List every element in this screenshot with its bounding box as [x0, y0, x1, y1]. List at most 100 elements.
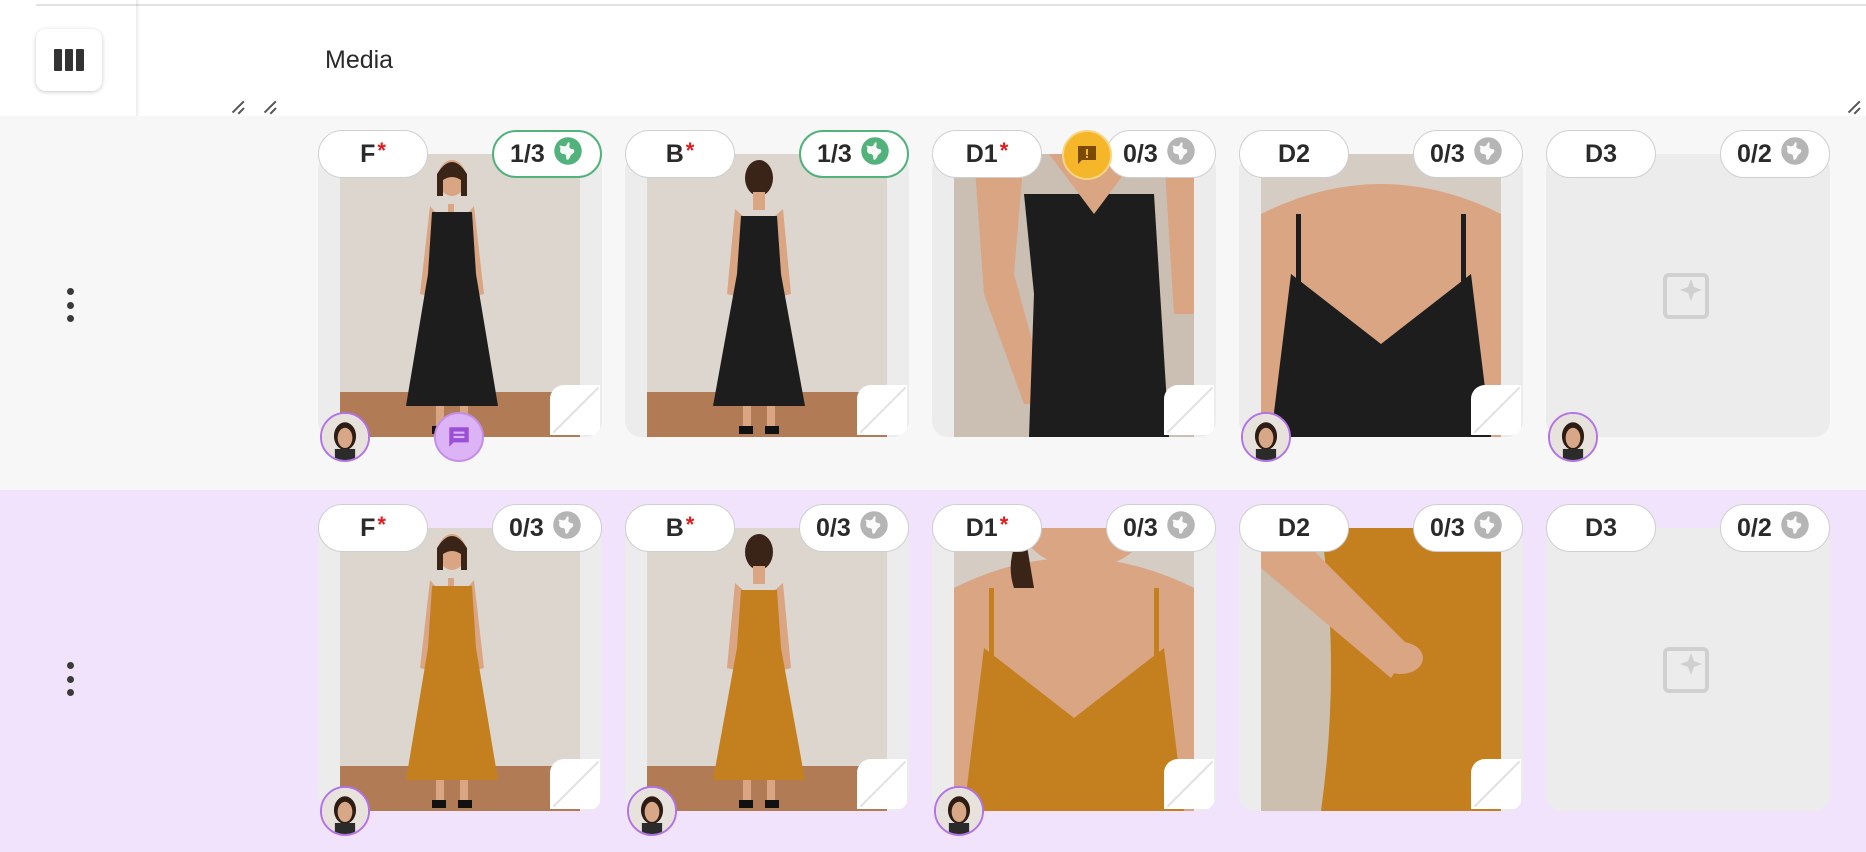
required-marker: *: [685, 138, 695, 163]
media-tile[interactable]: D2 0/3: [1239, 120, 1523, 462]
avatar[interactable]: [320, 412, 370, 462]
media-thumbnail[interactable]: [625, 154, 909, 437]
column-resize-handle[interactable]: [230, 98, 246, 114]
globe-icon: [1473, 136, 1503, 173]
required-marker: *: [685, 512, 695, 537]
thumbnail-corner-fold[interactable]: [857, 759, 907, 809]
media-thumbnail[interactable]: [1239, 154, 1523, 437]
globe-icon: [1780, 510, 1810, 547]
globe-icon: [1473, 510, 1503, 547]
avatar[interactable]: [934, 786, 984, 836]
publish-count-pill[interactable]: 1/3: [492, 130, 602, 178]
publish-count-pill[interactable]: 0/3: [1106, 130, 1216, 178]
publish-count: 1/3: [510, 139, 545, 168]
view-label: D3: [1585, 513, 1617, 542]
product-photo: [647, 154, 887, 437]
media-tile[interactable]: D1 * 0/3: [932, 494, 1216, 836]
publish-count-pill[interactable]: 0/2: [1720, 130, 1830, 178]
view-label: D1: [965, 513, 998, 542]
publish-count: 0/3: [1123, 139, 1158, 168]
required-marker: *: [999, 138, 1009, 163]
publish-count: 0/3: [816, 513, 851, 542]
media-thumbnail[interactable]: [625, 528, 909, 811]
thumbnail-corner-fold[interactable]: [550, 385, 600, 435]
media-tile[interactable]: D3 0/2: [1546, 494, 1830, 814]
view-label-pill[interactable]: D3: [1546, 504, 1656, 552]
publish-count-pill[interactable]: 1/3: [799, 130, 909, 178]
view-label-pill[interactable]: D3: [1546, 130, 1656, 178]
view-label-pill[interactable]: B *: [625, 130, 735, 178]
more-vertical-icon[interactable]: [60, 662, 80, 696]
publish-count: 0/3: [509, 513, 544, 542]
alert-icon[interactable]: [1062, 130, 1112, 180]
comment-icon[interactable]: [434, 412, 484, 462]
publish-count: 0/3: [1430, 513, 1465, 542]
column-resize-handle[interactable]: [1846, 98, 1862, 114]
media-column-header: Media: [325, 46, 394, 74]
view-label: B: [665, 139, 684, 168]
publish-count-pill[interactable]: 0/3: [492, 504, 602, 552]
avatar[interactable]: [1241, 412, 1291, 462]
view-label-pill[interactable]: D1 *: [932, 504, 1042, 552]
globe-icon: [553, 136, 583, 173]
view-label-pill[interactable]: F *: [318, 504, 428, 552]
publish-count: 0/3: [1430, 139, 1465, 168]
publish-count-pill[interactable]: 0/3: [799, 504, 909, 552]
thumbnail-corner-fold[interactable]: [857, 385, 907, 435]
media-thumbnail[interactable]: [318, 154, 602, 437]
product-photo: [1261, 154, 1501, 437]
more-vertical-icon[interactable]: [60, 288, 80, 322]
view-label-pill[interactable]: D1 *: [932, 130, 1042, 178]
avatar[interactable]: [1548, 412, 1598, 462]
view-label-pill[interactable]: F *: [318, 130, 428, 178]
top-divider: [36, 4, 1866, 6]
view-label-pill[interactable]: D2: [1239, 504, 1349, 552]
add-photo-sparkle-icon[interactable]: [1661, 269, 1715, 323]
empty-media-slot[interactable]: [1546, 154, 1830, 437]
product-photo: [1261, 528, 1501, 811]
view-label-pill[interactable]: B *: [625, 504, 735, 552]
view-label-pill[interactable]: D2: [1239, 130, 1349, 178]
thumbnail-corner-fold[interactable]: [1471, 385, 1521, 435]
media-tile[interactable]: B * 1/3: [625, 120, 909, 440]
globe-icon: [1780, 136, 1810, 173]
thumbnail-corner-fold[interactable]: [550, 759, 600, 809]
media-thumbnail[interactable]: [932, 528, 1216, 811]
media-thumbnail[interactable]: [318, 528, 602, 811]
media-tile[interactable]: D1 * 0/3: [932, 120, 1216, 440]
view-label: D2: [1278, 139, 1310, 168]
publish-count: 0/2: [1737, 139, 1772, 168]
globe-icon: [552, 510, 582, 547]
media-tile[interactable]: F * 0/3: [318, 494, 602, 836]
media-tile[interactable]: D3 0/2: [1546, 120, 1830, 462]
media-tile[interactable]: D2 0/3: [1239, 494, 1523, 814]
publish-count-pill[interactable]: 0/3: [1413, 130, 1523, 178]
view-label: D2: [1278, 513, 1310, 542]
publish-count-pill[interactable]: 0/2: [1720, 504, 1830, 552]
column-settings-button[interactable]: [36, 29, 102, 91]
view-label: D3: [1585, 139, 1617, 168]
view-label: F: [360, 139, 376, 168]
globe-icon: [1166, 136, 1196, 173]
required-marker: *: [377, 512, 386, 537]
publish-count-pill[interactable]: 0/3: [1413, 504, 1523, 552]
media-tile[interactable]: F * 1/3: [318, 120, 602, 462]
globe-icon: [1166, 510, 1196, 547]
product-photo: [647, 528, 887, 811]
media-thumbnail[interactable]: [1239, 528, 1523, 811]
publish-count: 0/3: [1123, 513, 1158, 542]
thumbnail-corner-fold[interactable]: [1164, 759, 1214, 809]
globe-icon: [859, 510, 889, 547]
avatar[interactable]: [627, 786, 677, 836]
media-tile[interactable]: B * 0/3: [625, 494, 909, 836]
publish-count: 0/2: [1737, 513, 1772, 542]
avatar[interactable]: [320, 786, 370, 836]
publish-count-pill[interactable]: 0/3: [1106, 504, 1216, 552]
thumbnail-corner-fold[interactable]: [1471, 759, 1521, 809]
thumbnail-corner-fold[interactable]: [1164, 385, 1214, 435]
column-resize-handle[interactable]: [262, 98, 278, 114]
media-thumbnail[interactable]: [932, 154, 1216, 437]
add-photo-sparkle-icon[interactable]: [1661, 643, 1715, 697]
required-marker: *: [377, 138, 386, 163]
empty-media-slot[interactable]: [1546, 528, 1830, 811]
